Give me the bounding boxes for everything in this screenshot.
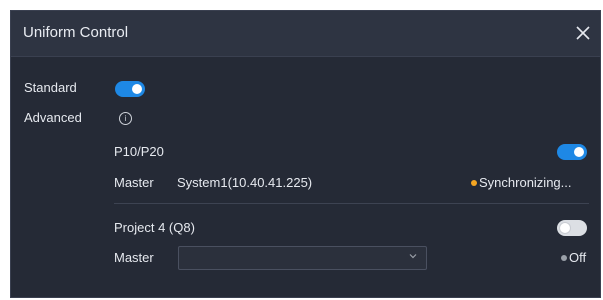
group-project-4-toggle[interactable] bbox=[557, 220, 587, 236]
info-icon[interactable]: i bbox=[119, 112, 132, 125]
dialog-title: Uniform Control bbox=[23, 24, 129, 41]
toggle-knob bbox=[132, 84, 142, 94]
master-value: System1(10.40.41.225) bbox=[177, 175, 313, 190]
status-badge: Off bbox=[561, 250, 586, 265]
advanced-label: Advanced bbox=[24, 110, 82, 125]
status-text: Synchronizing... bbox=[479, 175, 572, 190]
standard-toggle[interactable] bbox=[115, 81, 145, 97]
group-p10-p20-toggle[interactable] bbox=[557, 144, 587, 160]
toggle-knob bbox=[574, 147, 584, 157]
group-name-project-4: Project 4 (Q8) bbox=[114, 220, 195, 235]
master-label: Master bbox=[114, 175, 154, 190]
master-select[interactable] bbox=[178, 246, 427, 270]
group-name-p10-p20: P10/P20 bbox=[114, 144, 164, 159]
status-text: Off bbox=[569, 250, 587, 265]
toggle-knob bbox=[560, 223, 570, 233]
uniform-control-dialog: Uniform Control Standard Advanced i P10/… bbox=[10, 10, 601, 298]
chevron-down-icon bbox=[409, 254, 417, 259]
close-icon[interactable] bbox=[572, 22, 594, 44]
standard-label: Standard bbox=[24, 80, 77, 95]
status-dot-icon bbox=[561, 254, 567, 261]
status-dot-icon bbox=[471, 179, 477, 186]
status-badge: Synchronizing... bbox=[471, 175, 572, 190]
master-label: Master bbox=[114, 250, 154, 265]
dialog-header: Uniform Control bbox=[11, 11, 600, 57]
group-divider bbox=[114, 203, 589, 204]
